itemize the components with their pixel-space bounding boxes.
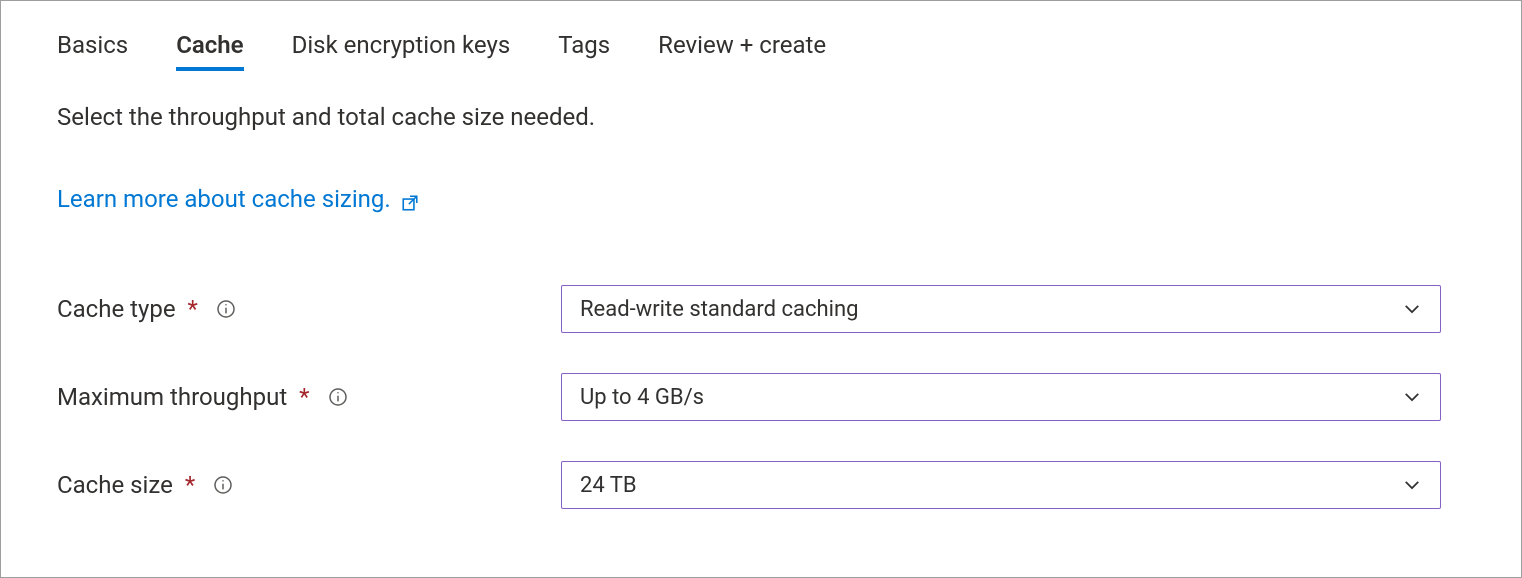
learn-more-link[interactable]: Learn more about cache sizing. [57, 185, 419, 213]
row-cache-type: Cache type * Read-write standard caching [57, 285, 1465, 333]
info-icon[interactable] [216, 299, 236, 319]
tab-review-create[interactable]: Review + create [658, 31, 826, 69]
section-description: Select the throughput and total cache si… [57, 103, 1465, 131]
label-cache-type-text: Cache type [57, 295, 176, 323]
label-max-throughput: Maximum throughput * [57, 383, 561, 411]
row-cache-size: Cache size * 24 TB [57, 461, 1465, 509]
tab-basics[interactable]: Basics [57, 31, 128, 69]
wizard-tabs: Basics Cache Disk encryption keys Tags R… [57, 31, 1465, 69]
label-cache-size: Cache size * [57, 471, 561, 499]
chevron-down-icon [1402, 387, 1422, 407]
required-indicator: * [299, 383, 309, 411]
cache-form: Cache type * Read-write standard caching [57, 285, 1465, 509]
required-indicator: * [185, 471, 195, 499]
select-max-throughput-value: Up to 4 GB/s [580, 385, 704, 410]
select-max-throughput[interactable]: Up to 4 GB/s [561, 373, 1441, 421]
select-cache-type[interactable]: Read-write standard caching [561, 285, 1441, 333]
row-max-throughput: Maximum throughput * Up to 4 GB/s [57, 373, 1465, 421]
info-icon[interactable] [328, 387, 348, 407]
select-cache-type-value: Read-write standard caching [580, 297, 858, 322]
chevron-down-icon [1402, 299, 1422, 319]
label-cache-type: Cache type * [57, 295, 561, 323]
external-link-icon [401, 190, 419, 208]
select-cache-size-value: 24 TB [580, 473, 637, 498]
tab-disk-encryption-keys[interactable]: Disk encryption keys [292, 31, 511, 69]
required-indicator: * [188, 295, 198, 323]
chevron-down-icon [1402, 475, 1422, 495]
tab-tags[interactable]: Tags [558, 31, 610, 69]
cache-config-pane: Basics Cache Disk encryption keys Tags R… [0, 0, 1522, 578]
label-cache-size-text: Cache size [57, 471, 173, 499]
info-icon[interactable] [213, 475, 233, 495]
select-cache-size[interactable]: 24 TB [561, 461, 1441, 509]
tab-cache[interactable]: Cache [176, 31, 243, 69]
label-max-throughput-text: Maximum throughput [57, 383, 287, 411]
learn-more-text: Learn more about cache sizing. [57, 185, 391, 213]
